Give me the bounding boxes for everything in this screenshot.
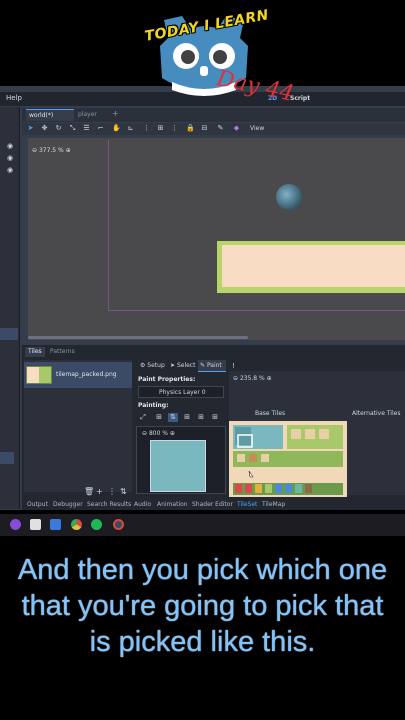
group-icon[interactable]: ⊟ (200, 124, 209, 132)
tab-setup-label: Setup (147, 362, 165, 369)
grid-icon[interactable]: ⊞ (196, 413, 206, 422)
rotate-tool-icon[interactable]: ↻ (54, 124, 63, 132)
visibility-eye-icon[interactable]: ◉ (7, 166, 13, 174)
caption-text: And then you pick which one that you're … (17, 554, 388, 658)
tab-animation[interactable]: Animation (157, 501, 188, 508)
tab-tiles[interactable]: Tiles (25, 347, 45, 357)
tab-select[interactable]: ➤ Select (170, 362, 195, 369)
add-scene-tab-button[interactable]: + (112, 109, 119, 118)
atlas-zoom-control[interactable]: ⊖ 235.8 % ⊕ (233, 375, 272, 382)
github-icon[interactable] (10, 519, 21, 530)
source-name: tilemap_packed.png (56, 371, 117, 378)
viewport-guide-horizontal (108, 310, 405, 311)
list-tool-icon[interactable]: ☰ (82, 124, 91, 132)
sort-icon[interactable]: ⇅ (168, 413, 178, 422)
spotify-icon[interactable] (91, 519, 102, 530)
base-tiles-label: Base Tiles (255, 410, 286, 417)
grid-icon[interactable]: ⊞ (182, 413, 192, 422)
physics-layer-select[interactable]: Physics Layer 0 (138, 386, 224, 398)
bone-icon[interactable]: ✎ (216, 124, 225, 132)
tab-audio[interactable]: Audio (134, 501, 151, 508)
sort-icon[interactable]: ⇅ (120, 487, 127, 496)
warning-icon: ! (232, 362, 235, 370)
grid-icon[interactable]: ⊞ (154, 413, 164, 422)
select-tool-icon[interactable]: ➤ (26, 124, 35, 132)
player-sprite[interactable] (276, 184, 302, 210)
chrome-icon[interactable] (71, 519, 82, 530)
visibility-eye-icon[interactable]: ◉ (7, 142, 13, 150)
grid-icon[interactable]: ⊞ (210, 413, 220, 422)
delete-source-icon[interactable]: 🗑 (84, 487, 94, 496)
view-menu-button[interactable]: View (250, 125, 264, 132)
viewport-zoom-value: 377.5 % (38, 147, 64, 154)
recorder-icon[interactable] (113, 519, 124, 530)
tab-patterns[interactable]: Patterns (50, 348, 75, 355)
source-thumbnail (26, 366, 52, 384)
tile-atlas-graphic (229, 421, 347, 497)
alternative-tiles-label: Alternative Tiles (352, 410, 401, 417)
dock-selected-row[interactable] (0, 452, 14, 464)
tab-debugger[interactable]: Debugger (53, 501, 83, 508)
more-options-icon[interactable]: ⋮ (108, 487, 116, 496)
menu-help[interactable]: Help (6, 94, 22, 102)
paint-properties-label: Paint Properties: (138, 376, 196, 383)
scale-tool-icon[interactable]: ⤡ (68, 124, 77, 133)
tile-platform-fill (222, 245, 405, 287)
viewport-guide-vertical (108, 140, 109, 310)
tab-player[interactable]: player (78, 111, 97, 118)
tab-tileset[interactable]: TileSet (237, 501, 257, 508)
preview-zoom-control[interactable]: ⊖ 800 % ⊕ (142, 430, 175, 437)
atlas-zoom-value: 235.8 % (239, 375, 265, 382)
dock-selected-row[interactable] (0, 328, 18, 340)
snap-icon[interactable]: ⋮ (142, 124, 151, 132)
ruler-icon[interactable]: ⊾ (126, 124, 135, 132)
tab-search-results[interactable]: Search Results (87, 501, 131, 508)
tile-atlas-image[interactable] (229, 421, 347, 497)
move-tool-icon[interactable]: ✥ (40, 124, 49, 132)
preview-zoom-value: 800 % (148, 430, 168, 437)
pan-tool-icon[interactable]: ✋ (112, 124, 121, 132)
painting-label: Painting: (138, 402, 169, 409)
calendar-icon[interactable] (30, 519, 41, 530)
tab-shader-editor[interactable]: Shader Editor (192, 501, 233, 508)
preview-tile (150, 440, 206, 492)
tab-setup[interactable]: ⚙ Setup (140, 362, 165, 369)
skeleton-icon[interactable]: ◆ (232, 124, 241, 132)
expand-icon[interactable]: ⤢ (138, 413, 148, 422)
canvas-toolbar (22, 123, 405, 135)
tab-world[interactable]: world(*) (26, 109, 74, 121)
viewport-zoom-control[interactable]: ⊖ 377.5 % ⊕ (32, 147, 71, 154)
ruler-tool-icon[interactable]: ⌐ (96, 124, 105, 132)
tab-output[interactable]: Output (27, 501, 48, 508)
add-source-icon[interactable]: + (96, 487, 103, 496)
grid-snap-icon[interactable]: ⊞ (156, 124, 165, 132)
tab-paint[interactable]: ✎ Paint (200, 362, 222, 369)
lock-icon[interactable]: 🔒 (186, 124, 195, 132)
tab-tilemap[interactable]: TileMap (262, 501, 285, 508)
more-options-icon[interactable]: ⋮ (170, 124, 179, 132)
tab-world-label: world(*) (29, 112, 54, 119)
visibility-eye-icon[interactable]: ◉ (7, 154, 13, 162)
tab-select-label: Select (176, 362, 196, 369)
tab-paint-label: Paint (206, 362, 222, 369)
horizontal-scrollbar[interactable] (28, 336, 248, 339)
mail-icon[interactable] (50, 519, 61, 530)
